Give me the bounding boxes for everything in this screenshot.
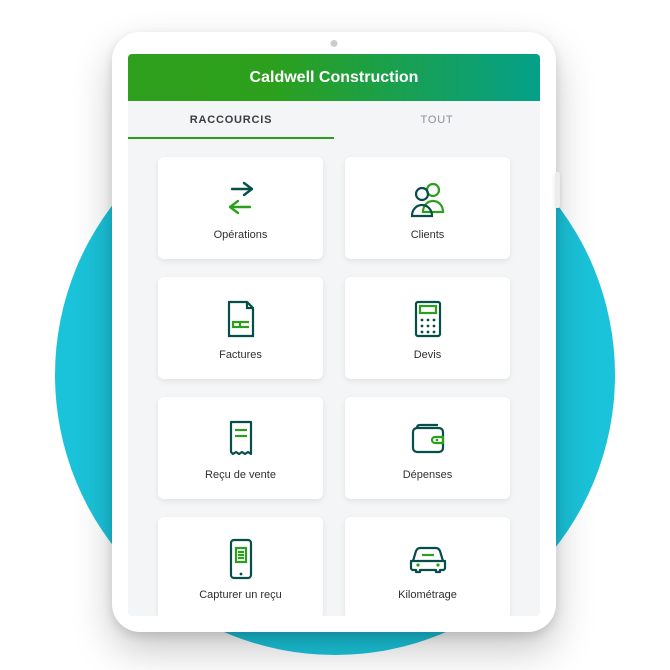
tab-shortcuts-label: RACCOURCIS	[190, 114, 273, 126]
shortcut-clients-label: Clients	[411, 229, 445, 241]
tablet-frame: Caldwell Construction RACCOURCIS TOUT	[112, 32, 556, 632]
shortcut-capture-receipt-label: Capturer un reçu	[199, 589, 282, 601]
shortcut-expenses-label: Dépenses	[403, 469, 453, 481]
shortcut-sales-receipt-label: Reçu de vente	[205, 469, 276, 481]
shortcut-invoices-label: Factures	[219, 349, 262, 361]
wallet-icon	[400, 415, 456, 463]
shortcut-clients[interactable]: Clients	[345, 157, 510, 259]
tab-shortcuts[interactable]: RACCOURCIS	[128, 101, 334, 139]
shortcut-mileage-label: Kilométrage	[398, 589, 457, 601]
shortcut-sales-receipt[interactable]: Reçu de vente	[158, 397, 323, 499]
shortcut-invoices[interactable]: Factures	[158, 277, 323, 379]
app-screen: Caldwell Construction RACCOURCIS TOUT	[128, 54, 540, 616]
app-header: Caldwell Construction	[128, 54, 540, 101]
tab-all-label: TOUT	[421, 114, 454, 126]
phone-receipt-icon	[213, 535, 269, 583]
car-icon	[400, 535, 456, 583]
receipt-icon	[213, 415, 269, 463]
tablet-side-button	[555, 172, 560, 208]
shortcut-mileage[interactable]: Kilométrage	[345, 517, 510, 616]
shortcut-operations[interactable]: Opérations	[158, 157, 323, 259]
people-icon	[400, 175, 456, 223]
shortcut-capture-receipt[interactable]: Capturer un reçu	[158, 517, 323, 616]
tablet-camera	[331, 40, 338, 47]
shortcut-quotes-label: Devis	[414, 349, 442, 361]
shortcut-operations-label: Opérations	[214, 229, 268, 241]
shortcut-quotes[interactable]: Devis	[345, 277, 510, 379]
arrows-exchange-icon	[213, 175, 269, 223]
calculator-icon	[400, 295, 456, 343]
tab-bar: RACCOURCIS TOUT	[128, 101, 540, 139]
shortcuts-grid-wrap: Opérations Clien	[128, 139, 540, 616]
invoice-doc-icon	[213, 295, 269, 343]
shortcut-expenses[interactable]: Dépenses	[345, 397, 510, 499]
tab-all[interactable]: TOUT	[334, 101, 540, 139]
company-title: Caldwell Construction	[250, 69, 419, 86]
shortcuts-grid: Opérations Clien	[158, 157, 510, 616]
